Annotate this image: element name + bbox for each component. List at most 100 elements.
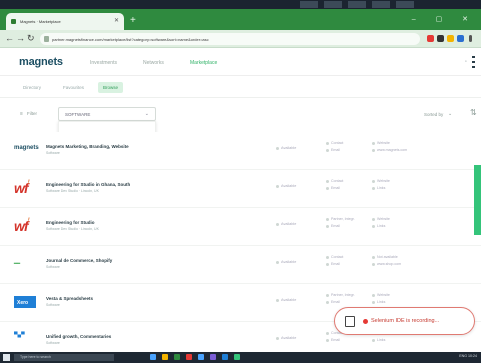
- filter-icon[interactable]: ≡: [20, 111, 23, 117]
- contact-type: Contact: [326, 255, 343, 259]
- contact-email[interactable]: Email: [326, 338, 340, 342]
- company-name[interactable]: Unified growth, Commentaries: [46, 334, 111, 339]
- extension-icon[interactable]: [457, 35, 464, 42]
- contact-type: Contact: [326, 179, 343, 183]
- contact-email[interactable]: Email: [326, 186, 340, 190]
- taskbar-search-input[interactable]: Type here to search: [14, 354, 114, 361]
- recording-badge[interactable]: Selenium IDE is recording...: [334, 307, 475, 335]
- taskbar-app-icon[interactable]: [210, 354, 216, 360]
- chevron-down-icon: ⌄: [144, 111, 149, 117]
- os-taskbar: Type here to search ENG 10:24: [0, 352, 481, 363]
- app-logo[interactable]: magnets: [19, 56, 63, 68]
- contact-email[interactable]: Email: [326, 300, 340, 304]
- company-name[interactable]: Vesta & Spreadsheets: [46, 296, 93, 301]
- contact-type: Partner, Integr.: [326, 293, 355, 297]
- website-label: Website: [372, 179, 390, 183]
- taskbar-app-icon[interactable]: [234, 354, 240, 360]
- lock-icon: [44, 36, 49, 42]
- website-link[interactable]: Links: [372, 300, 385, 304]
- selenium-icon: [345, 316, 355, 327]
- browser-menu-icon[interactable]: [469, 35, 472, 42]
- tab-favourites[interactable]: Favourites: [58, 82, 89, 93]
- nav-marketplace[interactable]: Marketplace: [190, 60, 217, 66]
- filter-label[interactable]: Filter: [27, 111, 37, 116]
- sort-chevron-icon[interactable]: ⌄: [448, 111, 452, 117]
- filter-row: ≡ Filter SOFTWARE ⌄ Sorted by ⌄ ⇅: [0, 100, 481, 141]
- tab-directory[interactable]: Directory: [18, 82, 46, 93]
- list-item[interactable]: ━━ Journal de Commerce, Shopify Software Av…: [0, 246, 481, 284]
- tab-browse[interactable]: Browse: [98, 82, 124, 93]
- side-feedback-tab[interactable]: [474, 165, 481, 235]
- contact-email[interactable]: Email: [326, 148, 340, 152]
- app-header: magnets Investments Networks Marketplace…: [0, 48, 481, 76]
- notification-icon[interactable]: ◦: [465, 59, 467, 65]
- back-icon[interactable]: ←: [5, 33, 14, 43]
- company-category: Software: [46, 341, 60, 345]
- sub-tabs: Directory Favourites Browse: [0, 76, 481, 98]
- website-link[interactable]: Links: [372, 338, 385, 342]
- taskbar-app-icon[interactable]: [174, 354, 180, 360]
- taskbar-app-icon[interactable]: [162, 354, 168, 360]
- company-logo: magnets: [14, 145, 39, 151]
- contact-email[interactable]: Email: [326, 224, 340, 228]
- website-label: Website: [372, 141, 390, 145]
- nav-networks[interactable]: Networks: [143, 60, 164, 66]
- company-name[interactable]: Journal de Commerce, Shopify: [46, 258, 112, 263]
- website-link[interactable]: www.shop.com: [372, 262, 401, 266]
- company-logo: Xero: [14, 296, 36, 308]
- website-link[interactable]: www.magnets.com: [372, 148, 407, 152]
- desktop-window-thumb[interactable]: [300, 1, 318, 8]
- taskbar-app-icon[interactable]: [150, 354, 156, 360]
- company-category: Software: [46, 303, 60, 307]
- browser-toolbar: ← → ↻ partner.magnetsfinance.com/marketp…: [0, 30, 481, 48]
- website-link[interactable]: Links: [372, 224, 385, 228]
- desktop-window-thumb[interactable]: [324, 1, 342, 8]
- availability: Available: [276, 184, 296, 188]
- browser-tab[interactable]: Magnets · Marketplace ✕: [6, 13, 124, 30]
- website-label: Not available: [372, 255, 398, 259]
- list-item[interactable]: wf! Engineering for Studio Software Dev St…: [0, 208, 481, 246]
- desktop-window-thumb[interactable]: [348, 1, 366, 8]
- extension-icon[interactable]: [437, 35, 444, 42]
- desktop-window-thumb[interactable]: [372, 1, 390, 8]
- website-label: Website: [372, 293, 390, 297]
- close-tab-icon[interactable]: ✕: [114, 17, 119, 24]
- favicon-icon: [11, 19, 16, 24]
- company-category: Software: [46, 265, 60, 269]
- taskbar-app-icon[interactable]: [222, 354, 228, 360]
- list-item[interactable]: wf! Engineering for Studio in Ghana, Sout…: [0, 170, 481, 208]
- company-name[interactable]: Engineering for Studio in Ghana, South: [46, 182, 130, 187]
- category-select[interactable]: SOFTWARE ⌄: [58, 107, 156, 121]
- tab-title: Magnets · Marketplace: [20, 19, 61, 24]
- website-link[interactable]: Links: [372, 186, 385, 190]
- taskbar-app-icon[interactable]: [198, 354, 204, 360]
- company-name[interactable]: Magnets Marketing, Branding, Website: [46, 144, 129, 149]
- user-menu-icon[interactable]: [472, 56, 475, 68]
- url-text: partner.magnetsfinance.com/marketplace/l…: [52, 37, 209, 42]
- reload-icon[interactable]: ↻: [27, 33, 35, 44]
- company-logo: wf!: [14, 180, 30, 196]
- availability: Available: [276, 260, 296, 264]
- extension-icon[interactable]: [427, 35, 434, 42]
- company-name[interactable]: Engineering for Studio: [46, 220, 95, 225]
- category-value: SOFTWARE: [65, 112, 91, 117]
- contact-email[interactable]: Email: [326, 262, 340, 266]
- list-item[interactable]: magnets Magnets Marketing, Branding, Webs…: [0, 132, 481, 170]
- forward-icon[interactable]: →: [16, 33, 25, 43]
- desktop-window-thumb[interactable]: [396, 1, 414, 8]
- availability: Available: [276, 146, 296, 150]
- new-tab-button[interactable]: +: [130, 15, 136, 26]
- record-dot-icon: [363, 319, 368, 324]
- nav-investments[interactable]: Investments: [90, 60, 117, 66]
- availability: Available: [276, 298, 296, 302]
- start-icon[interactable]: [3, 354, 10, 361]
- window-controls[interactable]: – ▢ ✕: [412, 15, 477, 23]
- recording-text: Selenium IDE is recording...: [371, 318, 440, 324]
- sort-label[interactable]: Sorted by: [424, 112, 443, 117]
- address-bar[interactable]: partner.magnetsfinance.com/marketplace/l…: [40, 33, 420, 45]
- company-category: Software: [46, 151, 60, 155]
- taskbar-app-icon[interactable]: [186, 354, 192, 360]
- extension-icon[interactable]: [447, 35, 454, 42]
- system-tray[interactable]: ENG 10:24: [459, 354, 477, 358]
- sort-toggle-icon[interactable]: ⇅: [470, 108, 477, 117]
